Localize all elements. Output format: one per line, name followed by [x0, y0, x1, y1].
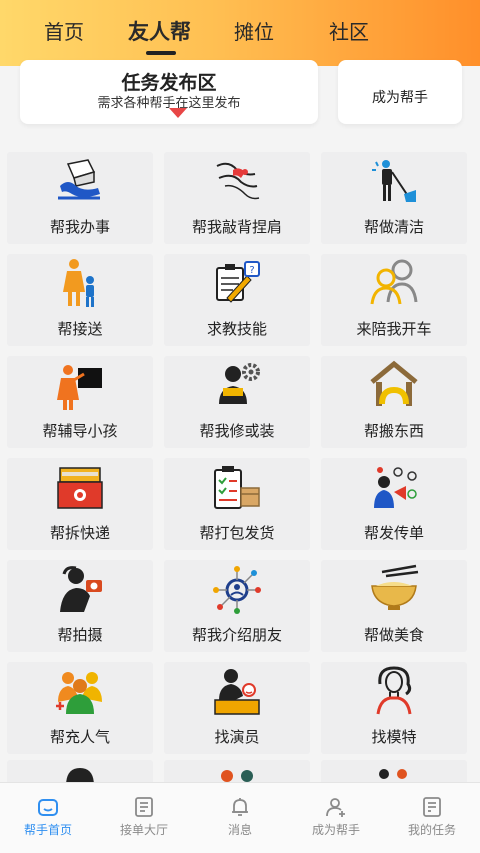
service-tile[interactable]: 找模特: [321, 662, 467, 754]
service-grid: 帮我办事 帮我敲背捏肩 帮做清洁 帮接送 ? 求教技能 来陪我开车 帮辅导小孩 …: [0, 150, 480, 782]
packing-icon: [214, 466, 260, 509]
service-label: 帮做清洁: [363, 218, 424, 236]
nav-become-helper[interactable]: 成为帮手: [288, 783, 384, 853]
nav-helper-home[interactable]: 帮手首页: [0, 783, 96, 853]
service-tile[interactable]: [7, 760, 153, 782]
service-tile[interactable]: 找演员: [164, 662, 310, 754]
crowd-icon: [56, 672, 102, 714]
service-tile[interactable]: 帮搬东西: [321, 356, 467, 448]
task-publish-card[interactable]: 任务发布区 需求各种帮手在这里发布: [20, 60, 318, 124]
service-tile[interactable]: 帮打包发货: [164, 458, 310, 550]
service-label: 帮发传单: [363, 524, 424, 542]
service-tile[interactable]: 帮充人气: [7, 662, 153, 754]
service-tile[interactable]: 帮拆快递: [7, 458, 153, 550]
nav-label: 成为帮手: [311, 823, 360, 837]
service-label: 帮拆快递: [49, 524, 110, 542]
service-tile[interactable]: 帮我敲背捏肩: [164, 152, 310, 244]
camera-icon: [60, 566, 102, 612]
massage-icon: [216, 162, 260, 200]
service-tile[interactable]: 帮我介绍朋友: [164, 560, 310, 652]
service-tile[interactable]: 帮做清洁: [321, 152, 467, 244]
add-user-icon: [326, 798, 345, 817]
become-helper-label: 成为帮手: [372, 90, 428, 106]
service-label: 帮辅导小孩: [42, 422, 118, 440]
service-label: 找模特: [371, 728, 417, 746]
service-label: 帮我修或装: [199, 422, 275, 440]
errand-icon: [58, 159, 100, 200]
service-tile[interactable]: 帮辅导小孩: [7, 356, 153, 448]
service-tile[interactable]: [164, 760, 310, 782]
repair-icon: [219, 363, 260, 404]
nav-order-hall[interactable]: 接单大厅: [96, 783, 192, 853]
skill-icon: ?: [216, 261, 260, 303]
down-arrow-icon: [169, 108, 187, 118]
home-icon: [38, 799, 58, 816]
model-icon: [376, 666, 412, 715]
service-tile[interactable]: [321, 760, 467, 782]
service-tile[interactable]: 帮我办事: [7, 152, 153, 244]
service-label: 帮充人气: [49, 728, 110, 746]
driving-companion-icon: [370, 259, 418, 305]
nav-my-tasks[interactable]: 我的任务: [384, 783, 480, 853]
order-hall-icon: [135, 797, 153, 817]
service-label: 帮我办事: [49, 218, 110, 236]
service-label: 帮搬东西: [363, 422, 424, 440]
svg-text:?: ?: [249, 265, 254, 276]
service-label: 求教技能: [206, 320, 267, 338]
nav-label: 帮手首页: [23, 823, 72, 837]
task-icon: [423, 797, 441, 817]
network-icon: [213, 566, 261, 614]
bell-icon: [232, 798, 248, 816]
tutoring-icon: [57, 365, 102, 410]
eyes-icon: [221, 770, 253, 782]
top-nav-bar: 首页 友人帮 摊位 社区: [0, 0, 480, 66]
service-label: 帮我介绍朋友: [191, 626, 282, 644]
actor-icon: [214, 669, 260, 715]
pickup-icon: [63, 259, 94, 307]
service-label: 帮打包发货: [199, 524, 275, 542]
task-publish-title: 任务发布区: [121, 72, 217, 94]
nav-label: 消息: [227, 823, 252, 837]
tab-community[interactable]: 社区: [329, 16, 369, 45]
person-icon: [66, 768, 94, 782]
service-label: 帮我敲背捏肩: [191, 218, 282, 236]
active-tab-indicator: [146, 51, 176, 55]
service-tile[interactable]: 帮发传单: [321, 458, 467, 550]
flyer-icon: [374, 467, 417, 508]
service-tile[interactable]: 帮我修或装: [164, 356, 310, 448]
service-label: 来陪我开车: [356, 320, 432, 338]
cleaning-icon: [372, 160, 416, 202]
bottom-tab-bar: 帮手首页 接单大厅 消息 成为帮手 我的任务: [0, 782, 480, 853]
parcel-icon: [57, 467, 103, 509]
tab-stalls[interactable]: 摊位: [234, 16, 274, 45]
service-tile[interactable]: 来陪我开车: [321, 254, 467, 346]
tab-home[interactable]: 首页: [44, 16, 84, 45]
service-label: 找演员: [214, 728, 260, 746]
service-tile[interactable]: 帮接送: [7, 254, 153, 346]
service-label: 帮拍摄: [57, 626, 103, 644]
nav-label: 接单大厅: [119, 823, 168, 837]
become-helper-button[interactable]: 成为帮手: [338, 60, 462, 124]
service-tile[interactable]: 帮做美食: [321, 560, 467, 652]
food-icon: [371, 564, 419, 610]
service-tile[interactable]: 帮拍摄: [7, 560, 153, 652]
service-tile[interactable]: ? 求教技能: [164, 254, 310, 346]
service-label: 帮接送: [57, 320, 103, 338]
people-icon: [379, 769, 407, 779]
nav-messages[interactable]: 消息: [192, 783, 288, 853]
nav-label: 我的任务: [407, 823, 456, 837]
service-label: 帮做美食: [363, 626, 424, 644]
moving-icon: [370, 360, 418, 406]
tab-friends-help[interactable]: 友人帮: [128, 16, 191, 46]
